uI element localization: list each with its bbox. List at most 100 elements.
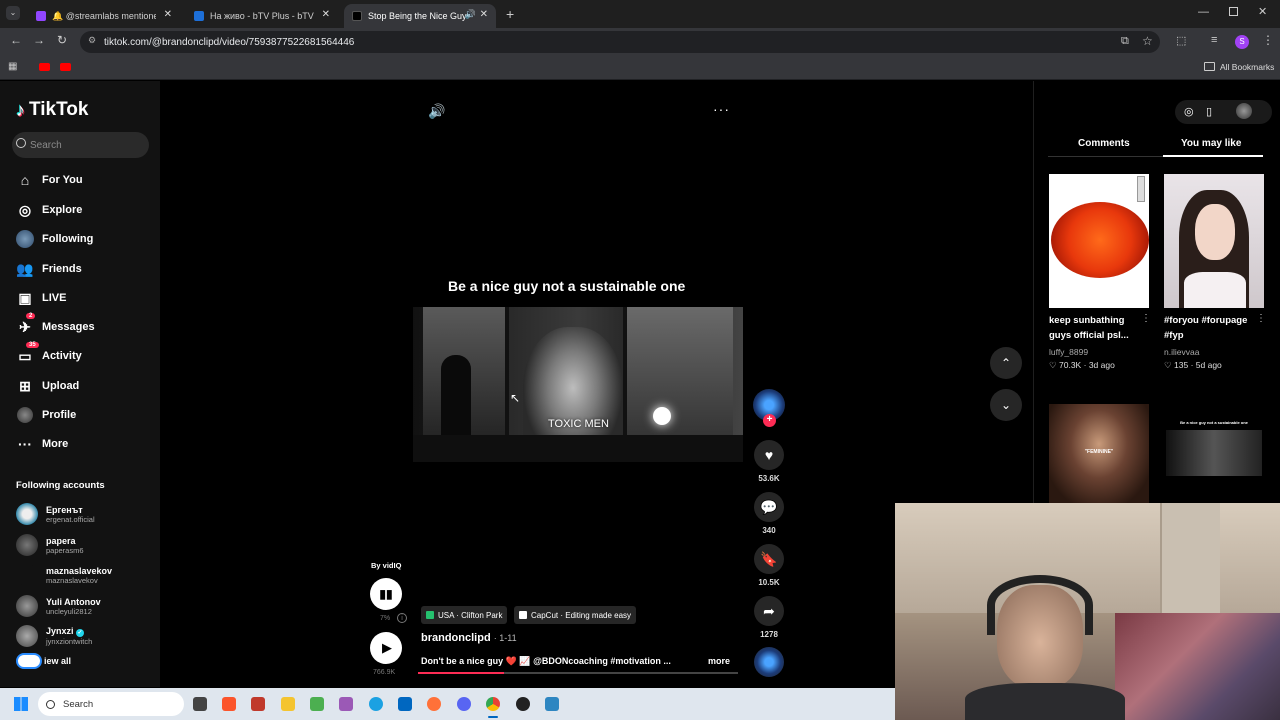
- browser-tab-tiktok[interactable]: Stop Being the Nice Guy: E 🔊 ✕: [344, 4, 496, 28]
- minimize-window-button[interactable]: —: [1198, 6, 1209, 18]
- nav-messages[interactable]: ✈ 2 Messages: [16, 313, 146, 338]
- share-icon[interactable]: ➦: [754, 596, 784, 626]
- maximize-window-button[interactable]: [1229, 7, 1238, 16]
- options-icon[interactable]: ⋮: [1141, 313, 1151, 324]
- nav-following[interactable]: Following: [16, 228, 146, 250]
- tab-audio-icon[interactable]: 🔊: [465, 9, 476, 20]
- recommended-caption[interactable]: #foryou #forupage #fyp: [1164, 313, 1256, 343]
- nav-explore[interactable]: ◎ Explore: [16, 199, 146, 221]
- video-progress-track[interactable]: [418, 672, 738, 674]
- options-icon[interactable]: ⋮: [1256, 313, 1266, 324]
- location-tag[interactable]: USA · Clifton Park: [421, 606, 508, 624]
- recommended-thumbnail-portrait[interactable]: [1164, 174, 1264, 308]
- tab-comments[interactable]: Comments: [1078, 138, 1130, 149]
- chrome-icon[interactable]: [486, 697, 500, 711]
- nav-more[interactable]: ··· More: [16, 433, 146, 455]
- youtube-bookmark-icon[interactable]: [60, 63, 71, 71]
- more-description-button[interactable]: more: [708, 656, 730, 666]
- extension-overlay-icon[interactable]: [16, 653, 42, 669]
- capcut-tag[interactable]: CapCut · Editing made easy: [514, 606, 637, 624]
- compass-small-icon[interactable]: ◎: [1184, 105, 1194, 118]
- nav-for-you[interactable]: ⌂ For You: [16, 169, 146, 191]
- minecraft-icon[interactable]: [310, 697, 324, 711]
- back-icon[interactable]: ←: [10, 33, 22, 47]
- photos-icon[interactable]: [545, 697, 559, 711]
- browser-menu-icon[interactable]: ⋮: [1262, 33, 1274, 47]
- taskbar-search[interactable]: Search: [38, 692, 184, 716]
- bookmark-star-icon[interactable]: ☆: [1142, 34, 1153, 48]
- play-button[interactable]: ▶: [370, 632, 402, 664]
- firefox-icon[interactable]: [427, 697, 441, 711]
- reading-list-icon[interactable]: ≡: [1211, 34, 1217, 46]
- store-icon[interactable]: [398, 697, 412, 711]
- heart-icon[interactable]: ♥: [754, 440, 784, 470]
- browser-tab-streamlabs[interactable]: 🔔 @streamlabs mentioned yo ✕: [28, 4, 180, 28]
- following-account[interactable]: maznaslavekov maznaslavekov: [16, 562, 146, 588]
- nav-profile[interactable]: Profile: [16, 404, 146, 426]
- apps-grid-icon[interactable]: ▦: [8, 61, 17, 72]
- copilot-icon[interactable]: [339, 697, 353, 711]
- comment-icon[interactable]: 💬: [754, 492, 784, 522]
- following-account[interactable]: Jynxzi ✓ jynxziontwitch: [16, 623, 146, 649]
- install-app-icon[interactable]: ⧉: [1121, 35, 1129, 48]
- device-icon[interactable]: ▯: [1206, 105, 1212, 118]
- following-account[interactable]: papera paperasm6: [16, 532, 146, 558]
- share-action[interactable]: ➦ 1278: [753, 596, 785, 639]
- task-view-icon[interactable]: [193, 697, 207, 711]
- site-info-icon[interactable]: ⚙: [88, 35, 96, 46]
- browser-tab-btv[interactable]: На живо - bTV Plus - bTV+ ✕: [186, 4, 338, 28]
- next-video-button[interactable]: ⌄: [990, 389, 1022, 421]
- url-bar[interactable]: ⚙ tiktok.com/@brandonclipd/video/7593877…: [80, 31, 1160, 53]
- video-more-options-icon[interactable]: ···: [713, 101, 730, 117]
- recommended-author[interactable]: n.ilievvaa: [1164, 347, 1199, 357]
- tab-search-icon[interactable]: ⌄: [6, 6, 20, 20]
- forward-icon[interactable]: →: [33, 33, 45, 47]
- close-tab-icon[interactable]: ✕: [480, 9, 488, 20]
- recommended-thumbnail-feminine[interactable]: "FEMININE": [1049, 404, 1149, 504]
- profile-avatar[interactable]: S: [1235, 35, 1249, 49]
- recommended-thumbnail-niceguy[interactable]: Be a nice guy not a sustainable one: [1164, 404, 1264, 504]
- like-action[interactable]: ♥ 53.6K: [753, 440, 785, 483]
- close-tab-icon[interactable]: ✕: [164, 9, 172, 20]
- recommended-thumbnail-sun[interactable]: [1049, 174, 1149, 308]
- vidiq-stats-button[interactable]: ▮▮: [370, 578, 402, 610]
- obs-icon[interactable]: [516, 697, 530, 711]
- close-tab-icon[interactable]: ✕: [322, 9, 330, 20]
- video-frame[interactable]: [413, 307, 743, 462]
- recommended-author[interactable]: luffy_8899: [1049, 347, 1088, 357]
- info-icon[interactable]: i: [397, 613, 407, 623]
- voice-app-icon[interactable]: [251, 697, 265, 711]
- tiktok-logo[interactable]: ♪ TikTok: [16, 99, 88, 121]
- new-tab-button[interactable]: +: [506, 6, 514, 22]
- edge-icon[interactable]: [369, 697, 383, 711]
- author-name[interactable]: brandonclipd: [421, 632, 491, 644]
- extensions-icon[interactable]: ⬚: [1176, 34, 1186, 47]
- all-bookmarks-link[interactable]: All Bookmarks: [1220, 62, 1274, 72]
- close-window-button[interactable]: ✕: [1258, 5, 1267, 18]
- start-icon[interactable]: [14, 697, 28, 711]
- following-account[interactable]: Yuli Antonov uncleyuli2812: [16, 593, 146, 619]
- nav-upload[interactable]: ⊞ Upload: [16, 375, 146, 397]
- nav-live[interactable]: ▣ LIVE: [16, 287, 146, 309]
- save-action[interactable]: 🔖 10.5K: [753, 544, 785, 587]
- comment-action[interactable]: 💬 340: [753, 492, 785, 535]
- search-input[interactable]: Search: [12, 132, 149, 158]
- file-explorer-icon[interactable]: [281, 697, 295, 711]
- see-all-link[interactable]: iew all: [16, 653, 71, 669]
- brave-icon[interactable]: [222, 697, 236, 711]
- youtube-bookmark-icon[interactable]: [39, 63, 50, 71]
- nav-friends[interactable]: 👥 Friends: [16, 258, 146, 280]
- globe-icon[interactable]: [1236, 103, 1252, 119]
- bookmark-icon[interactable]: 🔖: [754, 544, 784, 574]
- recommended-caption[interactable]: keep sunbathing guys official psl...: [1049, 313, 1141, 343]
- following-account[interactable]: Ергенът ergenat.official: [16, 501, 146, 527]
- reload-icon[interactable]: ↻: [57, 33, 67, 47]
- discord-icon[interactable]: [457, 697, 471, 711]
- music-disc-icon[interactable]: [754, 647, 784, 677]
- post-date: · 1-11: [493, 633, 517, 643]
- nav-activity[interactable]: ▭ 35 Activity: [16, 342, 146, 367]
- volume-icon[interactable]: 🔊: [428, 103, 445, 120]
- tab-you-may-like[interactable]: You may like: [1181, 138, 1241, 149]
- previous-video-button[interactable]: ⌃: [990, 347, 1022, 379]
- follow-plus-icon[interactable]: +: [763, 414, 776, 427]
